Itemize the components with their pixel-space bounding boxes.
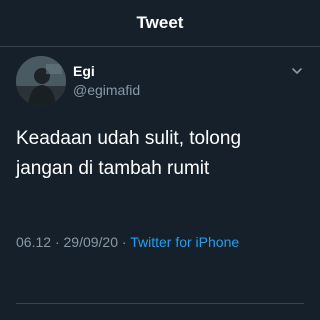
top-bar: Tweet <box>0 0 320 47</box>
tweet-date[interactable]: 29/09/20 <box>64 234 119 250</box>
tweet-text: Keadaan udah sulit, tolong jangan di tam… <box>16 128 242 179</box>
profile-photo-icon <box>16 56 66 106</box>
divider <box>16 303 304 304</box>
meta-separator: · <box>54 234 60 250</box>
avatar[interactable] <box>16 56 66 106</box>
tweet-source-link[interactable]: Twitter for iPhone <box>130 234 239 250</box>
meta-separator-2: · <box>121 234 127 250</box>
user-handle[interactable]: @egimafid <box>73 82 140 98</box>
tweet-time[interactable]: 06.12 <box>16 234 51 250</box>
page-title: Tweet <box>136 13 184 32</box>
chevron-down-icon[interactable] <box>290 64 304 78</box>
display-name[interactable]: Egi <box>73 63 95 79</box>
tweet-meta: 06.12 · 29/09/20 · Twitter for iPhone <box>16 234 239 250</box>
